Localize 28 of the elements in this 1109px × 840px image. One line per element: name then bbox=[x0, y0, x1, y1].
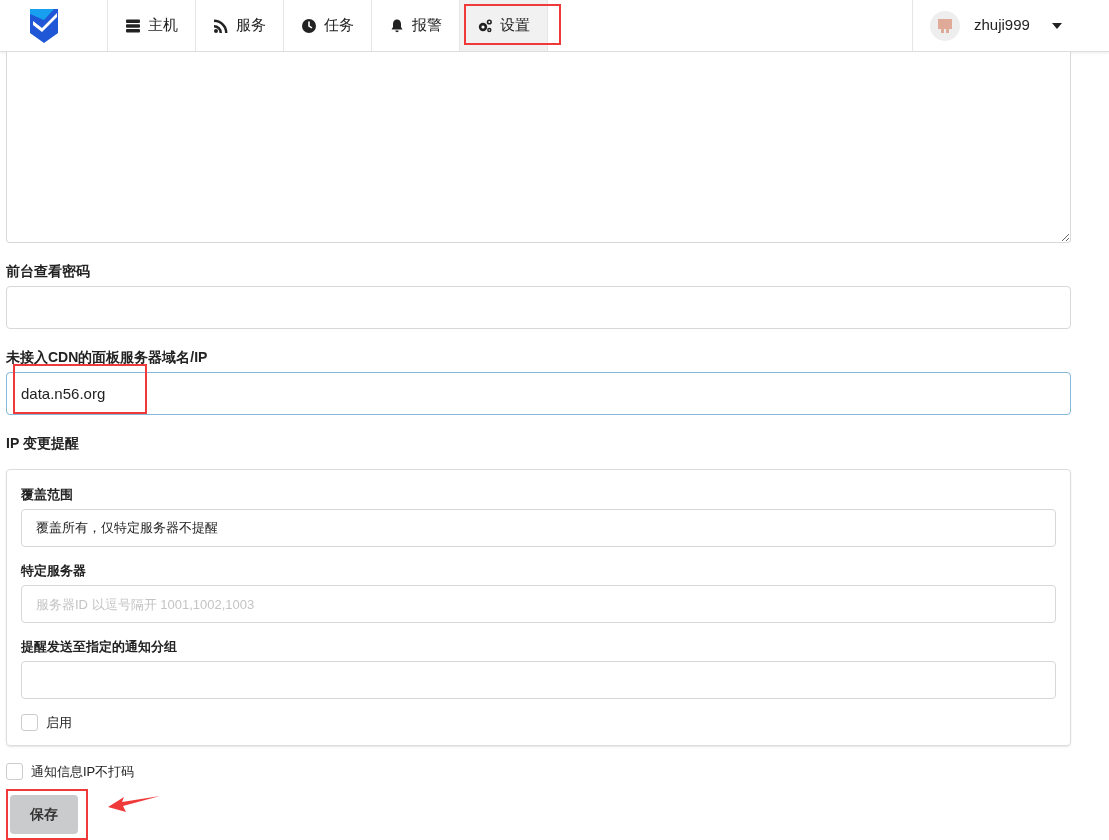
nav-tab[interactable]: 主机 bbox=[108, 0, 196, 51]
nav-tab[interactable]: 设置 bbox=[460, 0, 548, 51]
nav-tab[interactable]: 任务 bbox=[284, 0, 372, 51]
avatar-icon[interactable] bbox=[930, 10, 960, 41]
text-input[interactable]: data.n56.org bbox=[6, 372, 1071, 415]
text-input[interactable] bbox=[6, 286, 1071, 329]
field-label: 特定服务器 bbox=[21, 563, 87, 579]
rss-icon bbox=[213, 17, 229, 34]
bell-icon bbox=[389, 17, 405, 34]
field-label: 覆盖范围 bbox=[21, 487, 74, 503]
checkbox[interactable] bbox=[6, 762, 23, 780]
clock-icon bbox=[301, 17, 317, 34]
field-label: 未接入CDN的面板服务器域名/IP bbox=[6, 348, 209, 366]
user-name[interactable]: zhuji999 bbox=[974, 14, 1030, 37]
section-title: IP 变更提醒 bbox=[6, 434, 80, 452]
dropdown[interactable]: 覆盖所有，仅特定服务器不提醒 bbox=[21, 509, 1056, 547]
checkbox-label: 通知信息IP不打码 bbox=[31, 762, 135, 781]
text-area[interactable] bbox=[6, 52, 1071, 243]
field-label: 提醒发送至指定的通知分组 bbox=[21, 639, 178, 655]
server-icon bbox=[125, 17, 141, 34]
gears-icon bbox=[477, 17, 493, 34]
checkbox[interactable] bbox=[21, 714, 38, 732]
checkbox-label: 启用 bbox=[46, 714, 72, 732]
nav-tab[interactable]: 服务 bbox=[196, 0, 284, 51]
save-button[interactable]: 保存 bbox=[10, 795, 78, 834]
field-label: 前台查看密码 bbox=[6, 262, 91, 280]
logo-icon[interactable] bbox=[28, 7, 59, 44]
text-input[interactable] bbox=[21, 661, 1056, 699]
